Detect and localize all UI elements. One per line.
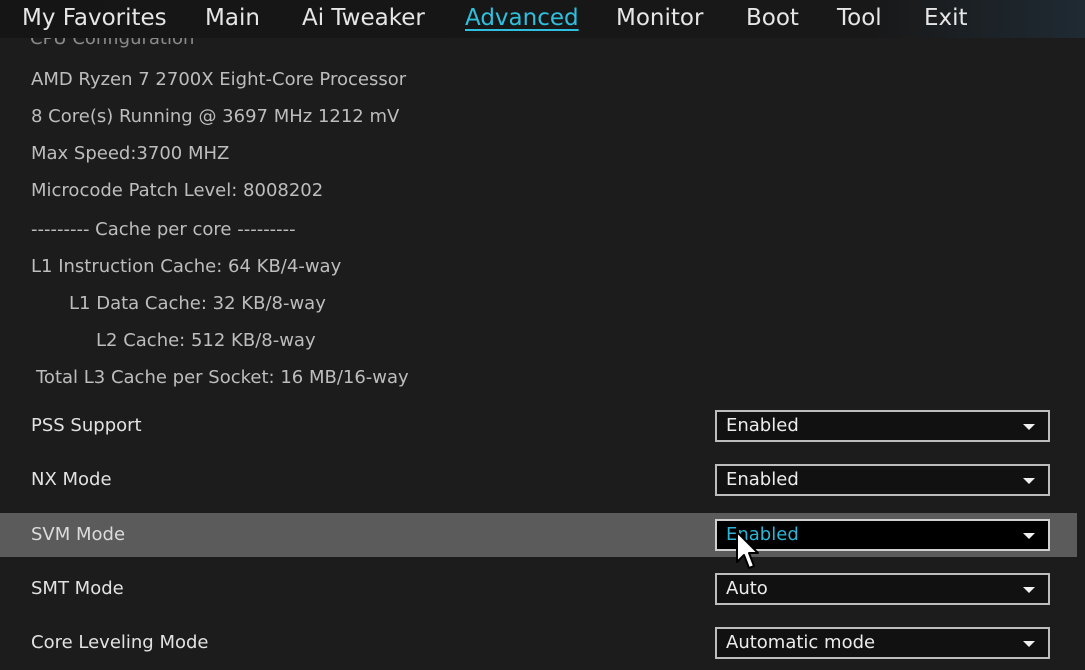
menu-tab-main[interactable]: Main <box>205 3 260 33</box>
menu-tab-boot[interactable]: Boot <box>746 3 799 33</box>
chevron-down-icon <box>1023 424 1035 430</box>
l1-data-cache: L1 Data Cache: 32 KB/8-way <box>69 293 326 314</box>
dropdown-value: Enabled <box>726 469 799 490</box>
menu-tab-exit[interactable]: Exit <box>924 3 968 33</box>
menu-tab-advanced[interactable]: Advanced <box>465 3 579 33</box>
core-leveling-mode-dropdown[interactable]: Automatic mode <box>715 627 1050 659</box>
setting-label: SMT Mode <box>31 578 124 599</box>
chevron-down-icon <box>1023 478 1035 484</box>
menu-tab-monitor[interactable]: Monitor <box>616 3 703 33</box>
setting-label: NX Mode <box>31 469 112 490</box>
setting-row-pss-support[interactable]: PSS Support Enabled <box>0 404 1077 448</box>
smt-mode-dropdown[interactable]: Auto <box>715 573 1050 605</box>
setting-row-core-leveling-mode[interactable]: Core Leveling Mode Automatic mode <box>0 621 1077 665</box>
cache-per-core-header: --------- Cache per core --------- <box>31 219 296 240</box>
top-menu-bar: My Favorites Main Ai Tweaker Advanced Mo… <box>0 0 1085 38</box>
cpu-microcode-level: Microcode Patch Level: 8008202 <box>31 180 324 201</box>
section-header-clipped: CPU Configuration <box>30 38 194 52</box>
setting-row-svm-mode[interactable]: SVM Mode Enabled <box>0 513 1077 557</box>
dropdown-value: Automatic mode <box>726 632 876 653</box>
dropdown-value: Auto <box>726 578 768 599</box>
menu-tab-tool[interactable]: Tool <box>837 3 882 33</box>
pss-support-dropdown[interactable]: Enabled <box>715 410 1050 442</box>
section-header: CPU Configuration <box>30 38 195 49</box>
l1-instruction-cache: L1 Instruction Cache: 64 KB/4-way <box>31 256 342 277</box>
setting-label: SVM Mode <box>31 524 126 545</box>
dropdown-value: Enabled <box>726 524 799 545</box>
l3-cache: Total L3 Cache per Socket: 16 MB/16-way <box>36 367 409 388</box>
chevron-down-icon <box>1023 641 1035 647</box>
menu-tab-ai-tweaker[interactable]: Ai Tweaker <box>302 3 425 33</box>
setting-row-smt-mode[interactable]: SMT Mode Auto <box>0 567 1077 611</box>
chevron-down-icon <box>1023 533 1035 539</box>
chevron-down-icon <box>1023 587 1035 593</box>
setting-label: Core Leveling Mode <box>31 632 209 653</box>
setting-label: PSS Support <box>31 415 142 436</box>
nx-mode-dropdown[interactable]: Enabled <box>715 464 1050 496</box>
bios-advanced-page: My Favorites Main Ai Tweaker Advanced Mo… <box>0 0 1085 670</box>
menu-tab-my-favorites[interactable]: My Favorites <box>22 3 167 33</box>
svm-mode-dropdown[interactable]: Enabled <box>715 519 1050 551</box>
l2-cache: L2 Cache: 512 KB/8-way <box>96 330 316 351</box>
setting-row-nx-mode[interactable]: NX Mode Enabled <box>0 458 1077 502</box>
cpu-running-status: 8 Core(s) Running @ 3697 MHz 1212 mV <box>31 106 400 127</box>
cpu-processor-name: AMD Ryzen 7 2700X Eight-Core Processor <box>31 69 407 90</box>
dropdown-value: Enabled <box>726 415 799 436</box>
cpu-max-speed: Max Speed:3700 MHZ <box>31 143 230 164</box>
